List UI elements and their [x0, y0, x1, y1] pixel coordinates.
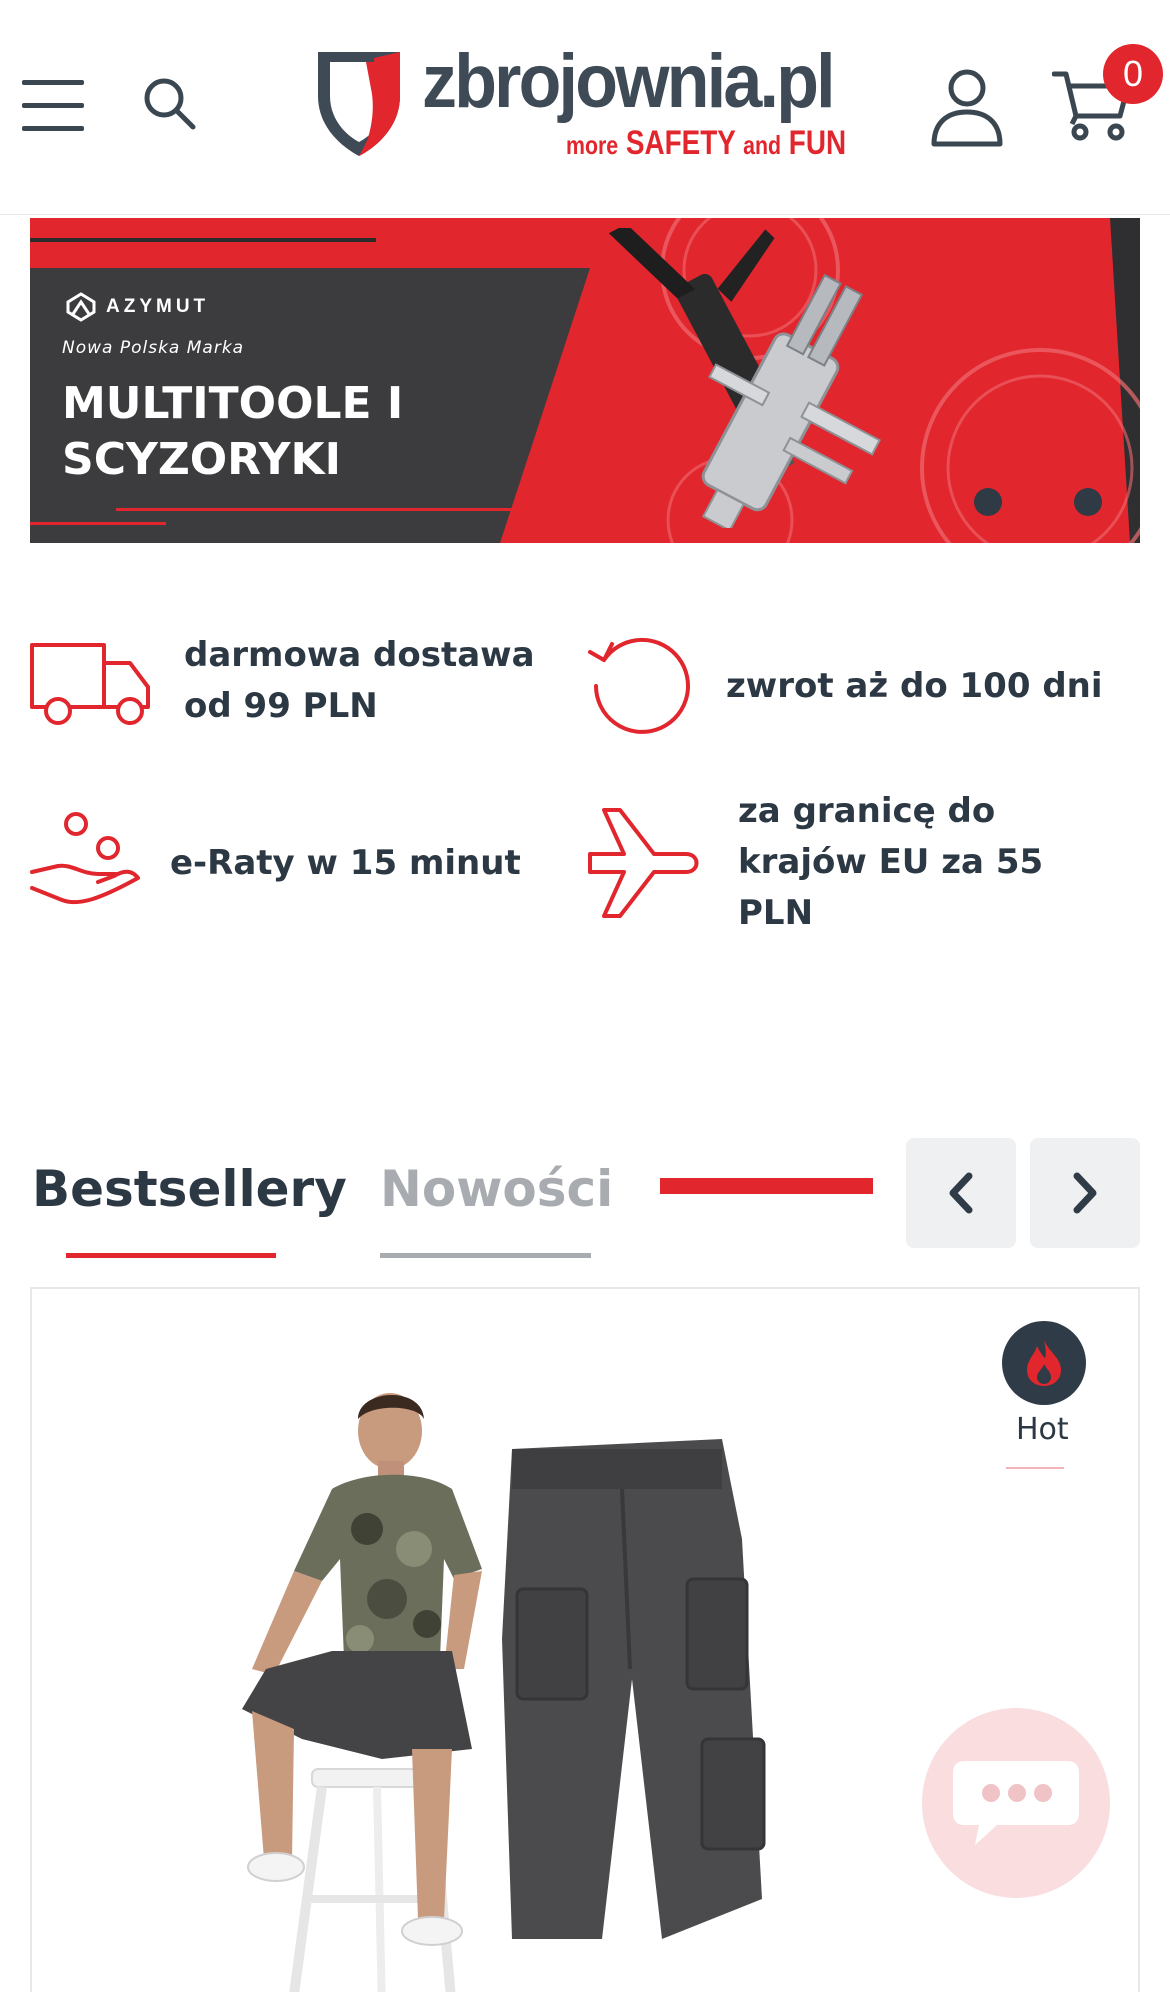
benefit-text: darmowa dostawa od 99 PLN	[184, 635, 535, 726]
tab-bestsellers-underline	[66, 1253, 276, 1258]
benefit-text: e-Raty w 15 minut	[170, 842, 521, 883]
hand-coins-icon	[30, 812, 140, 905]
multitool-image	[608, 228, 881, 528]
user-icon[interactable]	[930, 66, 1004, 148]
logo-wordmark: zbrojownia.pl	[422, 39, 836, 124]
azymut-logo-icon	[66, 292, 96, 322]
hot-badge	[1002, 1321, 1086, 1405]
hot-badge-label: Hot	[1016, 1412, 1069, 1447]
fire-icon	[1027, 1340, 1061, 1386]
logo-tagline: more SAFETY and FUN	[566, 124, 847, 162]
banner-pagination	[974, 488, 1102, 516]
site-logo[interactable]: zbrojownia.pl more SAFETY and FUN	[312, 39, 852, 170]
chat-bubble-icon	[953, 1761, 1079, 1845]
site-header: zbrojownia.pl more SAFETY and FUN 0	[0, 0, 1170, 215]
shield-logo-icon	[318, 52, 400, 156]
chat-button[interactable]	[922, 1708, 1110, 1898]
benefit-free-delivery: darmowa dostawa od 99 PLN	[28, 630, 564, 732]
benefit-text: za granicę do krajów EU za 55 PLN	[738, 791, 1044, 933]
banner-subtitle: Nowa Polska Marka	[62, 338, 245, 358]
tab-new-arrivals-underline	[380, 1253, 591, 1258]
benefit-eu-shipping: za granicę do krajów EU za 55 PLN	[584, 786, 1098, 939]
banner-decor-line	[30, 238, 376, 242]
banner-decor-line	[30, 522, 166, 525]
product-image	[242, 1393, 766, 1992]
carousel-next-button[interactable]	[1030, 1138, 1140, 1248]
tab-new-arrivals[interactable]: Nowości	[380, 1160, 613, 1218]
carousel-prev-button[interactable]	[906, 1138, 1016, 1248]
plane-icon	[588, 807, 699, 918]
benefit-returns: zwrot aż do 100 dni	[582, 630, 1126, 742]
banner-title: MULTITOOLE I SCYZORYKI	[62, 378, 404, 485]
search-icon[interactable]	[140, 74, 200, 134]
banner-dot[interactable]	[974, 488, 1002, 516]
benefit-installments: e-Raty w 15 minut	[28, 808, 550, 918]
banner-decor-line	[116, 508, 536, 511]
section-decor-line	[660, 1178, 873, 1194]
promo-banner[interactable]: AZYMUT Nowa Polska Marka MULTITOOLE I SC…	[30, 218, 1140, 543]
banner-brand: AZYMUT	[64, 292, 209, 322]
chevron-right-icon	[1073, 1172, 1097, 1214]
banner-dot[interactable]	[1074, 488, 1102, 516]
hot-badge-underline	[1006, 1467, 1064, 1469]
truck-icon	[30, 643, 150, 725]
chevron-left-icon	[949, 1172, 973, 1214]
benefit-text: zwrot aż do 100 dni	[726, 665, 1103, 706]
return-icon	[588, 637, 690, 734]
tab-bestsellers[interactable]: Bestsellery	[32, 1160, 347, 1218]
cart-count-badge: 0	[1103, 44, 1163, 104]
menu-icon[interactable]	[22, 80, 86, 132]
